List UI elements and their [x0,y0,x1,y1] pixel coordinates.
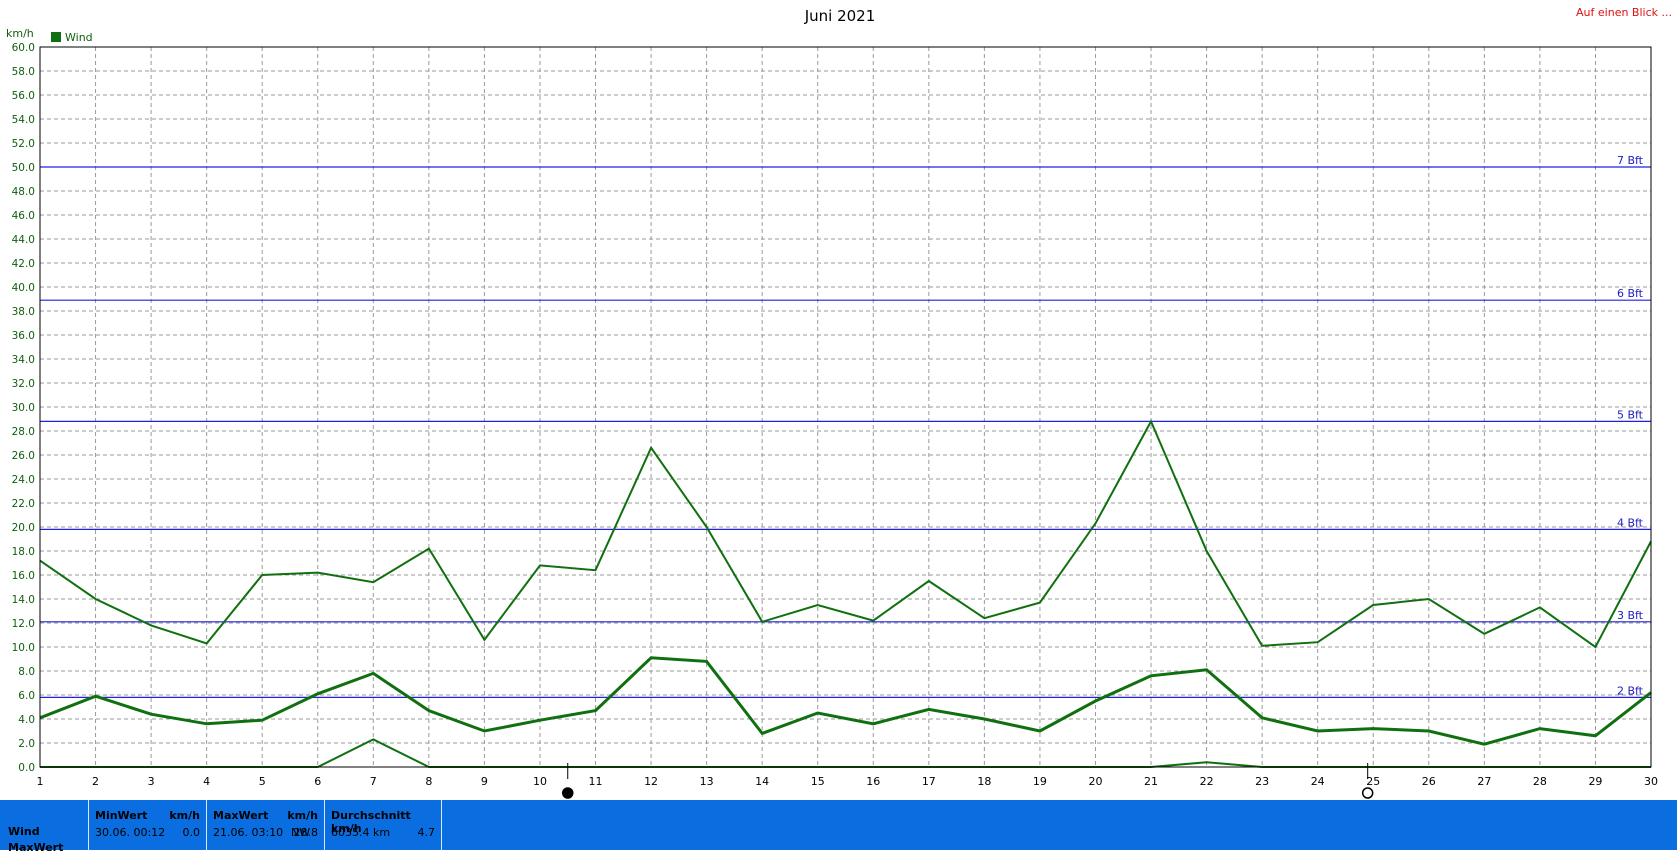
beaufort-label: 4 Bft [1617,516,1644,529]
y-tick-label: 26.0 [12,450,35,462]
y-tick-label: 20.0 [12,522,35,534]
y-tick-label: 10.0 [12,642,35,654]
x-tick-label: 10 [533,775,547,788]
y-tick-label: 42.0 [12,258,35,270]
stats-max-box: MaxWert km/h 21.06. 03:10 NW 28.8 [206,800,324,850]
y-tick-label: 14.0 [12,594,35,606]
y-tick-label: 12.0 [12,618,35,630]
stats-row-label-maxwert: MaxWert [8,841,64,854]
legend-label-wind: Wind [65,31,93,44]
stats-min-unit: km/h [169,809,200,822]
series-line-min [40,738,1651,768]
stats-avg-value: 4.7 [417,826,436,839]
header-link[interactable]: Auf einen Blick ... [1576,6,1672,19]
beaufort-label: 3 Bft [1617,609,1644,622]
stats-row-labels: Wind MaxWert [8,824,63,856]
y-tick-label: 4.0 [18,714,35,726]
x-tick-label: 26 [1422,775,1436,788]
y-tick-label: 56.0 [12,90,35,102]
x-tick-label: 19 [1033,775,1047,788]
stats-max-header: MaxWert [213,809,269,822]
y-tick-label: 28.0 [12,426,35,438]
x-tick-label: 20 [1088,775,1102,788]
y-tick-label: 22.0 [12,498,35,510]
y-tick-label: 2.0 [18,738,35,750]
x-tick-label: 9 [481,775,488,788]
x-tick-label: 29 [1588,775,1602,788]
stats-row-label-wind: Wind [8,825,40,838]
stats-bar: Wind MaxWert MinWert km/h 30.06. 00:12 0… [0,800,1677,854]
x-tick-label: 22 [1200,775,1214,788]
y-tick-label: 58.0 [12,66,35,78]
x-tick-label: 4 [203,775,210,788]
x-tick-label: 24 [1311,775,1325,788]
x-tick-label: 25 [1366,775,1380,788]
beaufort-label: 7 Bft [1617,154,1644,167]
stats-avg-total: 6035.4 km [331,826,391,839]
x-tick-label: 16 [866,775,880,788]
y-tick-label: 50.0 [12,162,35,174]
y-tick-label: 0.0 [18,762,35,774]
y-tick-label: 54.0 [12,114,35,126]
x-tick-label: 18 [977,775,991,788]
x-tick-label: 11 [589,775,603,788]
chart-title: Juni 2021 [804,7,876,25]
y-tick-label: 40.0 [12,282,35,294]
x-tick-label: 17 [922,775,936,788]
y-tick-label: 16.0 [12,570,35,582]
x-tick-label: 5 [259,775,266,788]
beaufort-label: 2 Bft [1617,684,1644,697]
y-tick-label: 30.0 [12,402,35,414]
x-tick-label: 8 [425,775,432,788]
stats-min-datetime: 30.06. 00:12 [95,826,166,839]
stats-min-box: MinWert km/h 30.06. 00:12 0.0 [88,800,206,850]
stats-min-value: 0.0 [182,826,201,839]
x-tick-label: 12 [644,775,658,788]
stats-min-header: MinWert [95,809,148,822]
wind-chart: Juni 2021 Auf einen Blick ... km/h Wind … [6,6,1672,799]
y-tick-label: 48.0 [12,186,35,198]
full-moon-icon [561,787,574,799]
y-tick-label: 6.0 [18,690,35,702]
x-tick-label: 28 [1533,775,1547,788]
x-tick-label: 13 [700,775,714,788]
y-tick-label: 60.0 [12,42,35,54]
x-tick-label: 7 [370,775,377,788]
x-tick-label: 23 [1255,775,1269,788]
y-tick-label: 46.0 [12,210,35,222]
legend-swatch-wind [51,32,61,42]
x-tick-label: 2 [92,775,99,788]
y-tick-label: 44.0 [12,234,35,246]
x-tick-label: 27 [1477,775,1491,788]
y-tick-label: 32.0 [12,378,35,390]
y-tick-label: 34.0 [12,354,35,366]
beaufort-label: 6 Bft [1617,287,1644,300]
y-tick-label: 52.0 [12,138,35,150]
stats-avg-box: Durchschnitt km/h 6035.4 km 4.7 [324,800,442,850]
y-unit-label: km/h [6,27,34,40]
new-moon-icon [1361,787,1374,799]
x-tick-label: 14 [755,775,769,788]
y-tick-label: 8.0 [18,666,35,678]
beaufort-label: 5 Bft [1617,408,1644,421]
y-tick-label: 38.0 [12,306,35,318]
y-tick-label: 36.0 [12,330,35,342]
x-tick-label: 1 [37,775,44,788]
x-tick-label: 30 [1644,775,1658,788]
y-tick-label: 24.0 [12,474,35,486]
x-tick-label: 21 [1144,775,1158,788]
x-tick-label: 3 [148,775,155,788]
stats-max-value: 28.8 [293,826,319,839]
stats-max-datetime: 21.06. 03:10 [213,826,284,839]
y-tick-label: 18.0 [12,546,35,558]
x-tick-label: 15 [811,775,825,788]
stats-max-unit: km/h [287,809,318,822]
x-tick-label: 6 [314,775,321,788]
